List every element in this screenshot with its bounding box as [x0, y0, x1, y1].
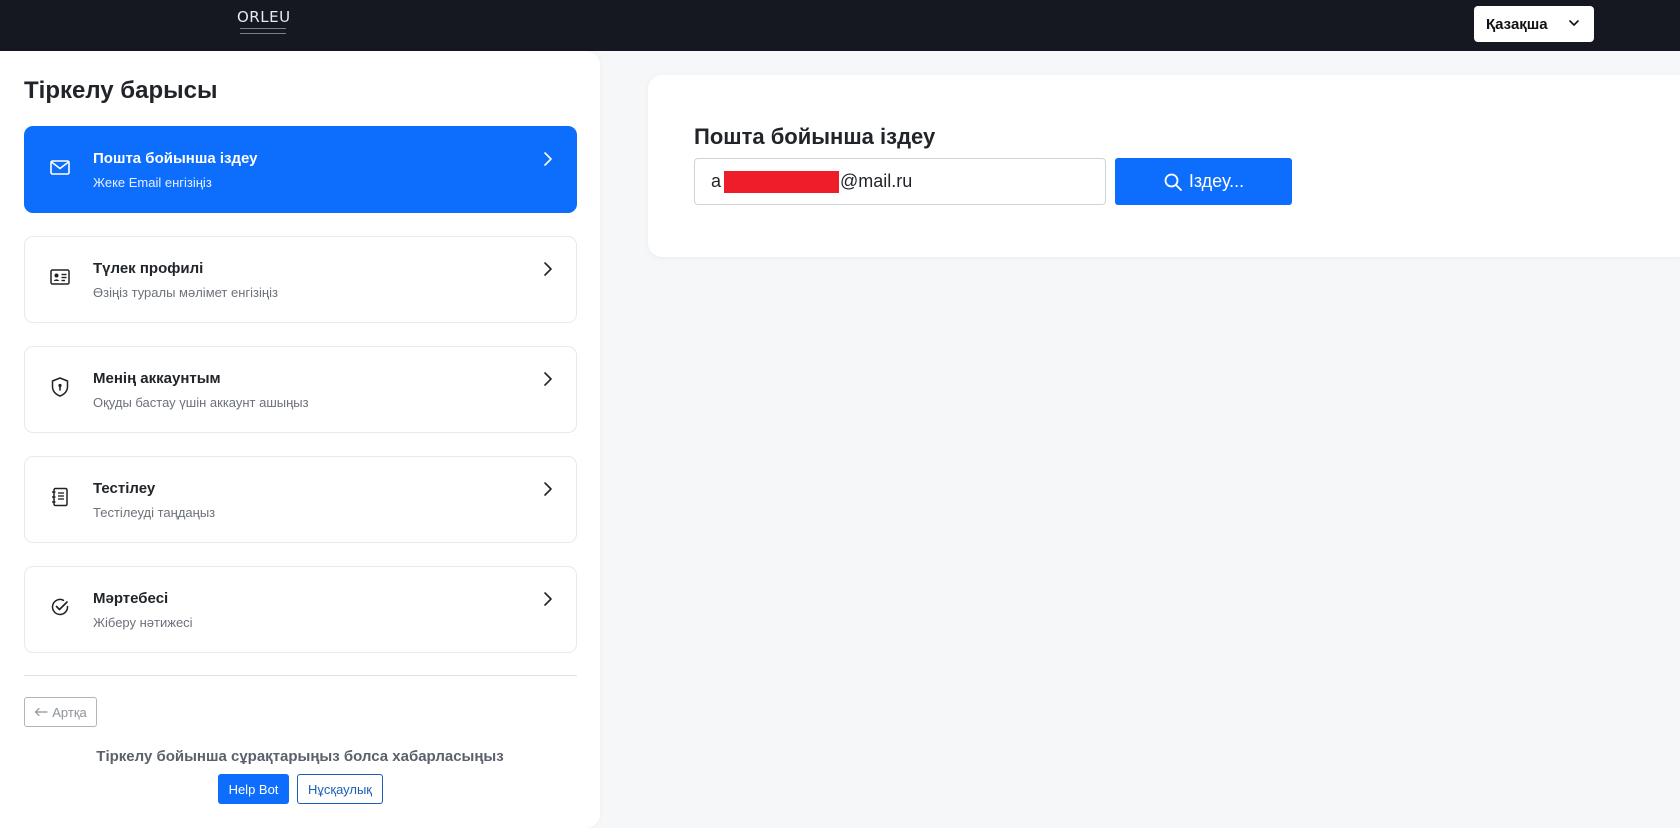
chevron-down-icon [1569, 20, 1579, 26]
step-testing[interactable]: Тестілеу Тестілеуді таңдаңыз [24, 456, 577, 543]
card-title: Пошта бойынша іздеу [694, 124, 936, 149]
email-suffix: @mail.ru [840, 171, 913, 191]
search-icon [1164, 173, 1182, 191]
chevron-right-icon [544, 152, 552, 166]
logo-subline [240, 28, 286, 30]
step-subtitle: Жеке Email енгізіңіз [93, 175, 212, 190]
step-subtitle: Тестілеуді таңдаңыз [93, 505, 216, 520]
step-status[interactable]: Мәртебесі Жіберу нәтижесі [24, 566, 577, 653]
search-label: Іздеу... [1188, 171, 1245, 191]
arrow-left-icon [35, 707, 48, 717]
step-subtitle: Жіберу нәтижесі [93, 615, 193, 630]
chevron-right-icon [544, 262, 552, 276]
email-search-card: Пошта бойынша іздеу a @mail.ru Іздеу... [648, 75, 1680, 257]
search-button[interactable]: Іздеу... [1115, 158, 1292, 205]
contact-text: Тіркелу бойынша сұрақтарыңыз болса хабар… [96, 748, 504, 765]
chevron-right-icon [544, 482, 552, 496]
envelope-icon [50, 160, 70, 175]
id-card-icon [50, 269, 70, 285]
help-bot-button[interactable]: Help Bot [218, 774, 289, 804]
step-title: Менің аккаунтым [93, 370, 221, 387]
top-navbar: ORLEU Қазақша [0, 0, 1680, 51]
orleu-logo[interactable]: ORLEU [237, 8, 291, 42]
email-prefix: a [711, 171, 722, 191]
language-dropdown[interactable]: Қазақша [1474, 6, 1594, 42]
chevron-right-icon [544, 592, 552, 606]
divider [24, 675, 577, 676]
step-title: Түлек профилі [93, 260, 204, 277]
step-graduate-profile[interactable]: Түлек профилі Өзіңіз туралы мәлімет енгі… [24, 236, 577, 323]
back-button[interactable]: Артқа [24, 697, 97, 727]
language-label: Қазақша [1486, 15, 1548, 33]
chevron-right-icon [544, 372, 552, 386]
back-label: Артқа [52, 704, 87, 720]
panel-title: Тіркелу барысы [24, 77, 218, 104]
redaction-mark [724, 170, 840, 193]
step-email-search[interactable]: Пошта бойынша іздеу Жеке Email енгізіңіз [24, 126, 577, 213]
email-field[interactable]: a @mail.ru [694, 158, 1106, 205]
notebook-icon [52, 487, 68, 507]
logo-subline [240, 33, 286, 35]
shield-icon [51, 377, 69, 397]
step-title: Мәртебесі [93, 590, 169, 607]
step-title: Тестілеу [93, 480, 156, 497]
logo-text: ORLEU [237, 8, 291, 26]
check-circle-icon [51, 598, 69, 616]
step-my-account[interactable]: Менің аккаунтым Оқуды бастау үшін аккаун… [24, 346, 577, 433]
step-subtitle: Өзіңіз туралы мәлімет енгізіңіз [93, 285, 278, 300]
step-subtitle: Оқуды бастау үшін аккаунт ашыңыз [93, 395, 309, 410]
guide-button[interactable]: Нұсқаулық [297, 774, 383, 804]
step-title: Пошта бойынша іздеу [93, 150, 258, 167]
registration-steps-panel: Тіркелу барысы Пошта бойынша іздеу Жеке … [0, 51, 600, 828]
